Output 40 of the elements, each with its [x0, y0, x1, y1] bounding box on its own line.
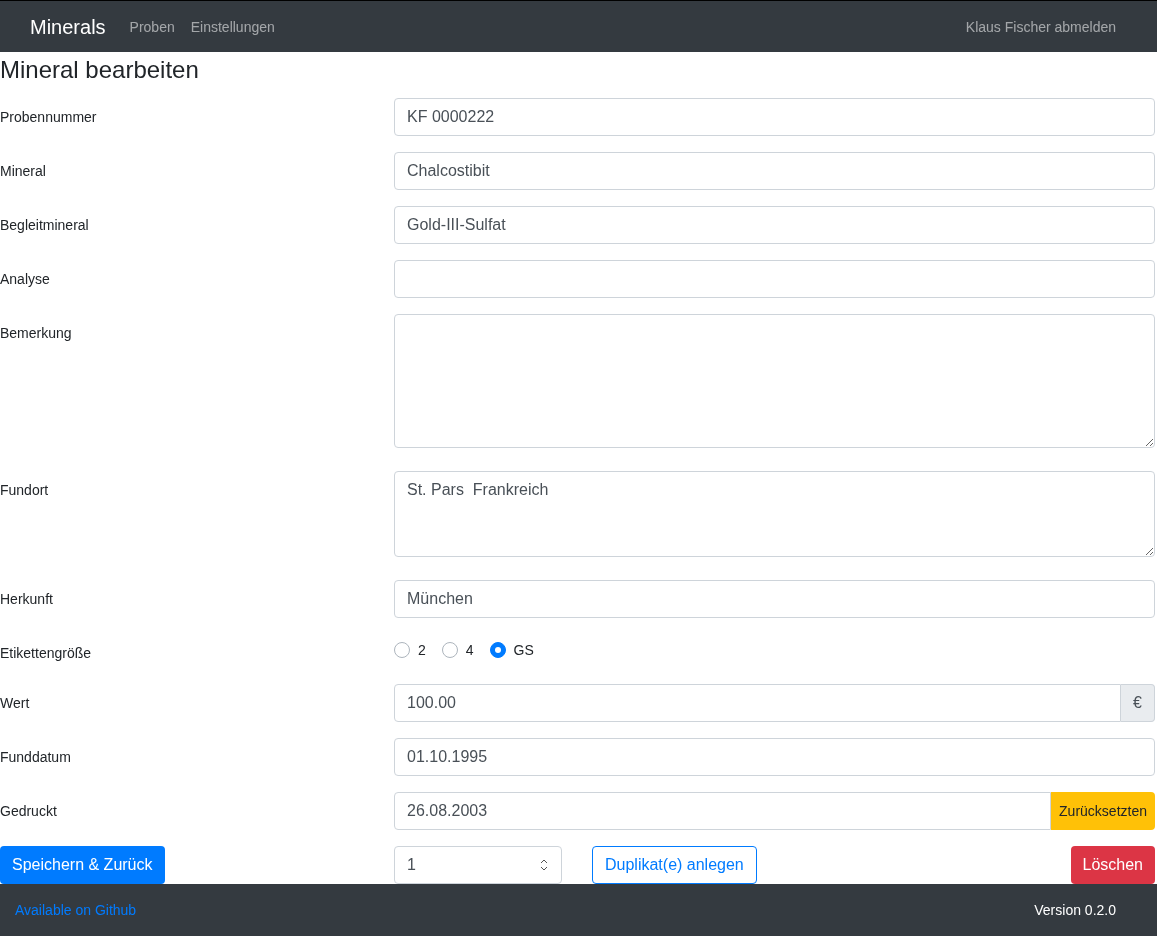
- text-field[interactable]: KF 0000222: [394, 98, 1155, 136]
- delete-button[interactable]: Löschen: [1070, 846, 1155, 884]
- page-title: Mineral bearbeiten: [0, 55, 200, 85]
- save-button[interactable]: Speichern & Zurück: [0, 846, 165, 884]
- field-label: Etikettengröße: [0, 645, 92, 661]
- text-field[interactable]: [394, 260, 1155, 298]
- text-field[interactable]: Chalcostibit: [394, 152, 1155, 190]
- radio-icon[interactable]: [489, 642, 506, 658]
- spinner-icon[interactable]: [539, 857, 549, 873]
- field-label: Probennummer: [0, 109, 97, 125]
- version-text: Version 0.2.0: [1034, 901, 1116, 920]
- text-area[interactable]: St. Pars Frankreich: [394, 471, 1155, 557]
- brand[interactable]: Minerals: [30, 12, 106, 41]
- field-label: Mineral: [0, 163, 46, 179]
- radio-option[interactable]: 2: [394, 640, 426, 660]
- field-label: Gedruckt: [0, 803, 57, 819]
- text-field[interactable]: München: [394, 580, 1155, 618]
- field-label: Begleitmineral: [0, 217, 89, 233]
- radio-icon[interactable]: [441, 642, 458, 658]
- value-field[interactable]: 100.00: [394, 684, 1122, 722]
- text-area[interactable]: [394, 314, 1155, 448]
- radio-option[interactable]: GS: [489, 640, 534, 660]
- reset-button[interactable]: Zurücksetzten: [1051, 792, 1155, 830]
- field-label: Fundort: [0, 482, 49, 498]
- radio-icon[interactable]: [394, 642, 410, 658]
- text-field[interactable]: 01.10.1995: [394, 738, 1155, 776]
- nav-link[interactable]: Einstellungen: [190, 16, 275, 37]
- radio-option[interactable]: 4: [441, 640, 474, 660]
- duplicate-button[interactable]: Duplikat(e) anlegen: [592, 846, 757, 884]
- field-label: Analyse: [0, 271, 50, 287]
- text-field[interactable]: Gold-III-Sulfat: [394, 206, 1155, 244]
- currency-addon: €: [1121, 684, 1155, 722]
- date-field[interactable]: 26.08.2003: [394, 792, 1052, 830]
- nav-link[interactable]: Proben: [129, 16, 175, 37]
- logout-link[interactable]: Klaus Fischer abmelden: [965, 16, 1116, 37]
- field-label: Herkunft: [0, 591, 53, 607]
- field-label: Bemerkung: [0, 325, 72, 341]
- field-label: Wert: [0, 695, 30, 711]
- count-field[interactable]: 1: [394, 846, 562, 884]
- field-label: Funddatum: [0, 749, 71, 765]
